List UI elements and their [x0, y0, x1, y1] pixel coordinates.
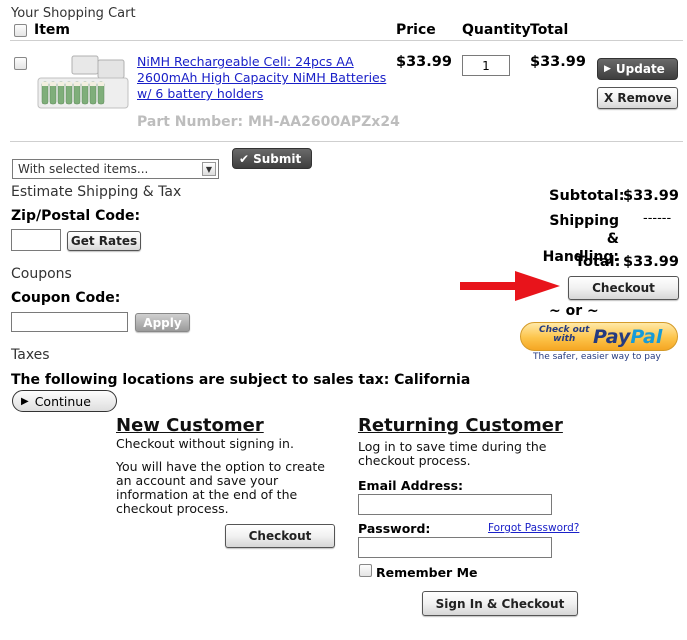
- remember-me-label: Remember Me: [376, 565, 478, 580]
- paypal-checkout-text: Check out with: [539, 326, 589, 344]
- chevron-down-icon: ▼: [202, 162, 216, 176]
- sign-in-checkout-button[interactable]: Sign In & Checkout: [422, 591, 578, 616]
- coupon-code-label: Coupon Code:: [11, 290, 121, 306]
- paypal-with-small: with: [553, 334, 576, 344]
- taxes-heading: Taxes: [11, 347, 50, 363]
- returning-customer-description: Log in to save time during the checkout …: [358, 440, 546, 468]
- bulk-action-value: With selected items...: [18, 162, 149, 176]
- description-line: You will have the option to create: [116, 459, 325, 474]
- part-number: Part Number: MH-AA2600APZx24: [137, 114, 400, 130]
- paypal-tagline: The safer, easier way to pay: [533, 352, 661, 362]
- paypal-checkout-button[interactable]: Check out with PayPal: [520, 322, 678, 351]
- remember-me-checkbox[interactable]: [359, 564, 372, 577]
- description-line: checkout process.: [116, 501, 229, 516]
- play-icon: ▶: [604, 64, 611, 74]
- remove-button[interactable]: X Remove: [597, 87, 678, 109]
- divider: [10, 141, 683, 142]
- description-line: information at the end of the: [116, 487, 298, 502]
- forgot-password-link[interactable]: Forgot Password?: [488, 522, 579, 534]
- continue-label: Continue: [34, 393, 91, 409]
- update-button[interactable]: ▶ Update: [597, 58, 678, 80]
- item-total: $33.99: [530, 54, 586, 70]
- zip-input[interactable]: [11, 229, 61, 251]
- or-separator: ~ or ~: [549, 303, 599, 319]
- subtotal-row: Subtotal: $33.99: [549, 188, 679, 204]
- zip-label: Zip/Postal Code:: [11, 208, 141, 224]
- submit-button[interactable]: ✔ Submit: [232, 148, 312, 169]
- continue-button[interactable]: ▶ Continue: [12, 390, 117, 412]
- email-input[interactable]: [358, 494, 552, 515]
- description-line: checkout process.: [358, 453, 471, 468]
- sales-tax-notice: The following locations are subject to s…: [11, 372, 471, 388]
- remove-label: X Remove: [604, 91, 672, 105]
- subtotal-label: Subtotal:: [549, 188, 625, 204]
- coupon-code-input[interactable]: [11, 312, 128, 332]
- new-customer-subtitle: Checkout without signing in.: [116, 436, 294, 451]
- divider: [10, 40, 683, 41]
- item-checkbox[interactable]: [14, 57, 27, 70]
- shipping-heading: Estimate Shipping & Tax: [11, 184, 182, 200]
- play-icon: ▶: [21, 395, 29, 407]
- quantity-column-header: Quantity: [462, 22, 531, 38]
- quantity-input[interactable]: [462, 55, 510, 76]
- paypal-logo-pal: Pal: [630, 326, 663, 348]
- password-label: Password:: [358, 521, 431, 536]
- update-label: Update: [615, 62, 665, 76]
- product-name-link[interactable]: NiMH Rechargeable Cell: 24pcs AA 2600mAh…: [137, 54, 389, 102]
- red-arrow-icon: [460, 271, 560, 301]
- total-column-header: Total: [530, 22, 569, 38]
- returning-customer-heading: Returning Customer: [358, 415, 563, 436]
- select-all-checkbox[interactable]: [14, 24, 27, 37]
- shipping-value: ------: [643, 211, 672, 226]
- apply-button[interactable]: Apply: [135, 313, 190, 332]
- item-column-header: Item: [34, 22, 70, 38]
- paypal-logo: PayPal: [593, 326, 662, 348]
- get-rates-button[interactable]: Get Rates: [67, 231, 141, 251]
- total-label: Total:: [575, 254, 621, 270]
- item-price: $33.99: [396, 54, 452, 70]
- checkmark-icon: ✔: [239, 151, 250, 166]
- new-customer-checkout-button[interactable]: Checkout: [225, 524, 335, 548]
- description-line: an account and save your: [116, 473, 279, 488]
- bulk-action-select[interactable]: With selected items... ▼: [12, 159, 219, 179]
- new-customer-heading: New Customer: [116, 415, 264, 436]
- shipping-label-line1: Shipping &: [549, 213, 619, 247]
- paypal-logo-pay: Pay: [593, 326, 631, 348]
- email-label: Email Address:: [358, 478, 464, 493]
- price-column-header: Price: [396, 22, 436, 38]
- coupons-heading: Coupons: [11, 266, 72, 282]
- submit-label: Submit: [253, 151, 302, 166]
- product-thumbnail[interactable]: [34, 52, 132, 112]
- checkout-button[interactable]: Checkout: [568, 276, 679, 300]
- cart-title: Your Shopping Cart: [11, 6, 136, 21]
- description-line: Log in to save time during the: [358, 439, 547, 454]
- subtotal-value: $33.99: [623, 188, 679, 204]
- password-input[interactable]: [358, 537, 552, 558]
- new-customer-description: You will have the option to create an ac…: [116, 460, 325, 516]
- total-value: $33.99: [623, 254, 679, 270]
